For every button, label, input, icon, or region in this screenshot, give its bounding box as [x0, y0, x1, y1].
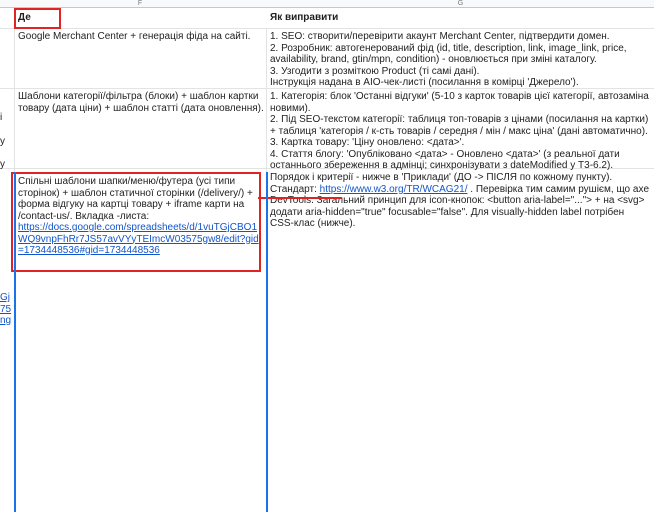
row3-where-highlight [11, 172, 261, 272]
left-column-fragment-row3[interactable]: Gj 75 ng [0, 292, 12, 327]
left-fragment-link-2: 75 [0, 303, 12, 315]
row2-fix-line-1: 1. Категорія: блок 'Останні відгуки' (5-… [270, 91, 649, 114]
row3-fix[interactable]: Порядок і критерії - нижче в 'Приклади' … [270, 172, 650, 230]
row3-fix-wcag-link[interactable]: https://www.w3.org/TR/WCAG21/ [320, 184, 468, 195]
cell-selection-right-border [266, 172, 268, 512]
left-fragment-link-1: Gj [0, 292, 10, 303]
row2-fix-line-2: 2. Під SEO-текстом категорії: таблиця то… [270, 114, 649, 137]
row1-fix-line-4: Інструкція надана в AIO-чек-листі (посил… [270, 77, 579, 88]
left-fragment-char-1: і [0, 112, 3, 123]
row1-fix-line-2: 2. Розробник: автогенерований фід (id, t… [270, 42, 627, 66]
row1-fix[interactable]: 1. SEO: створити/перевірити акаунт Merch… [270, 31, 650, 89]
column-header-strip: F G [0, 0, 654, 8]
column-header-f[interactable]: F [14, 0, 266, 8]
cell-selection-left-border [14, 172, 16, 512]
row1-fix-line-1: 1. SEO: створити/перевірити акаунт Merch… [270, 31, 610, 42]
annotation-connector-line [258, 197, 342, 199]
row1-fix-line-3: 3. Узгодити з розміткою Product (ті самі… [270, 65, 480, 77]
header-fix[interactable]: Як виправити [270, 12, 470, 24]
row2-fix-line-3: 3. Картка товару: 'Ціну оновлено: <дата>… [270, 137, 465, 148]
left-column-fragment-row2: і у у [0, 112, 12, 171]
row1-where[interactable]: Google Merchant Center + генерація фіда … [18, 31, 264, 43]
column-header-g[interactable]: G [267, 0, 654, 8]
row2-where[interactable]: Шаблони категорії/фільтра (блоки) + шабл… [18, 91, 264, 114]
row2-fix-line-4: 4. Стаття блогу: 'Опубліковано <дата> - … [270, 148, 620, 172]
header-where-highlight [14, 8, 61, 29]
row2-fix[interactable]: 1. Категорія: блок 'Останні відгуки' (5-… [270, 91, 650, 172]
grid-hline-header [0, 28, 654, 29]
left-fragment-link-3: ng [0, 315, 12, 326]
left-fragment-char-3: у [0, 159, 5, 170]
left-fragment-char-2: у [0, 135, 5, 147]
